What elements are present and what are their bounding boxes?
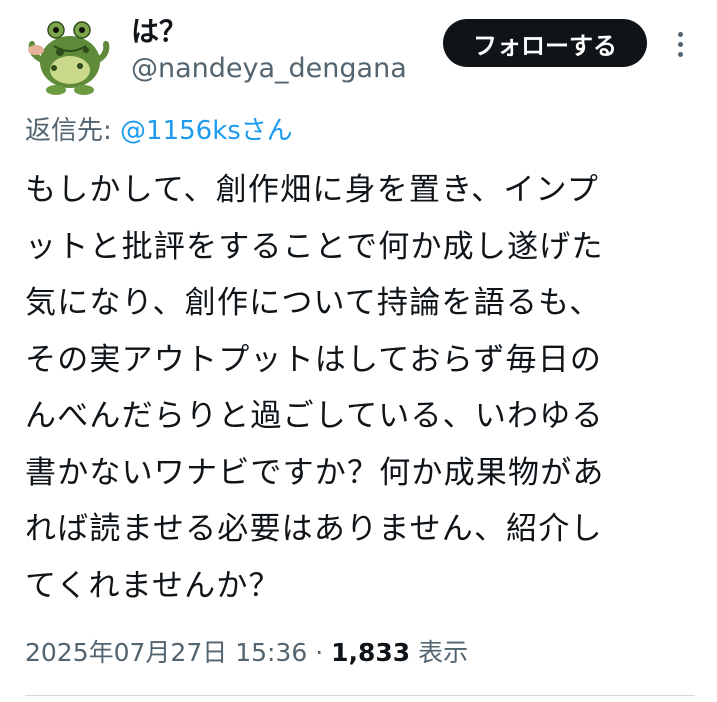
follow-button[interactable]: フォローする <box>443 19 647 67</box>
tweet: は？ @nandeya_dengana フォローする 返信先: @1156ksさ… <box>0 0 717 702</box>
reply-target-link[interactable]: @1156ksさん <box>120 116 293 146</box>
frog-icon <box>20 6 116 102</box>
timestamp-link[interactable]: 2025年07月27日 15:36 <box>25 638 307 667</box>
tweet-meta: 2025年07月27日 15:36 · 1,833 表示 <box>25 636 468 670</box>
views-label: 表示 <box>410 638 469 667</box>
reply-context: 返信先: @1156ksさん <box>25 114 293 148</box>
more-options-icon-dot <box>677 41 683 47</box>
more-options-icon-dot <box>677 51 683 57</box>
divider <box>25 695 695 696</box>
display-name[interactable]: は？ <box>131 14 187 50</box>
more-options-icon <box>677 31 683 37</box>
more-options-button[interactable] <box>668 26 692 62</box>
user-handle[interactable]: @nandeya_dengana <box>131 52 407 86</box>
views-count: 1,833 <box>331 638 411 667</box>
meta-separator: · <box>307 638 332 667</box>
reply-prefix: 返信先: <box>25 116 121 146</box>
tweet-text: もしかして、創作畑に身を置き、インプ ットと批評をすることで何か成し遂げた 気に… <box>25 172 605 604</box>
avatar[interactable] <box>20 6 116 102</box>
